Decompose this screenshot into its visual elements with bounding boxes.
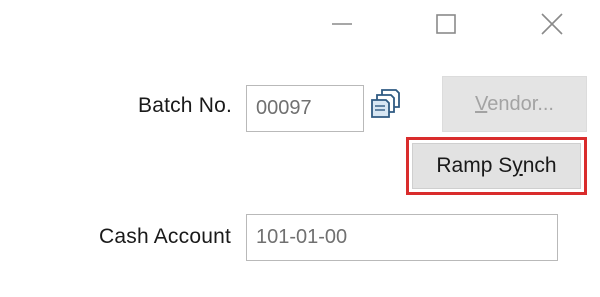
batch-lookup-button[interactable] (366, 86, 406, 124)
ramp-synch-button[interactable]: Ramp Synch (412, 143, 581, 189)
batch-no-label: Batch No. (137, 94, 232, 117)
minimize-icon (331, 13, 353, 35)
ramp-synch-label: Ramp Synch (436, 154, 557, 177)
minimize-button[interactable] (312, 0, 372, 48)
vendor-button-label: Vendor... (475, 92, 554, 115)
cash-account-input[interactable] (246, 214, 558, 261)
close-icon (540, 12, 564, 36)
batch-no-input[interactable] (246, 85, 364, 132)
cash-account-label: Cash Account (99, 225, 231, 248)
vendor-button[interactable]: Vendor... (442, 76, 587, 132)
lookup-copy-icon (369, 86, 403, 125)
maximize-button[interactable] (416, 0, 476, 48)
maximize-icon (435, 13, 457, 35)
close-button[interactable] (522, 0, 582, 48)
